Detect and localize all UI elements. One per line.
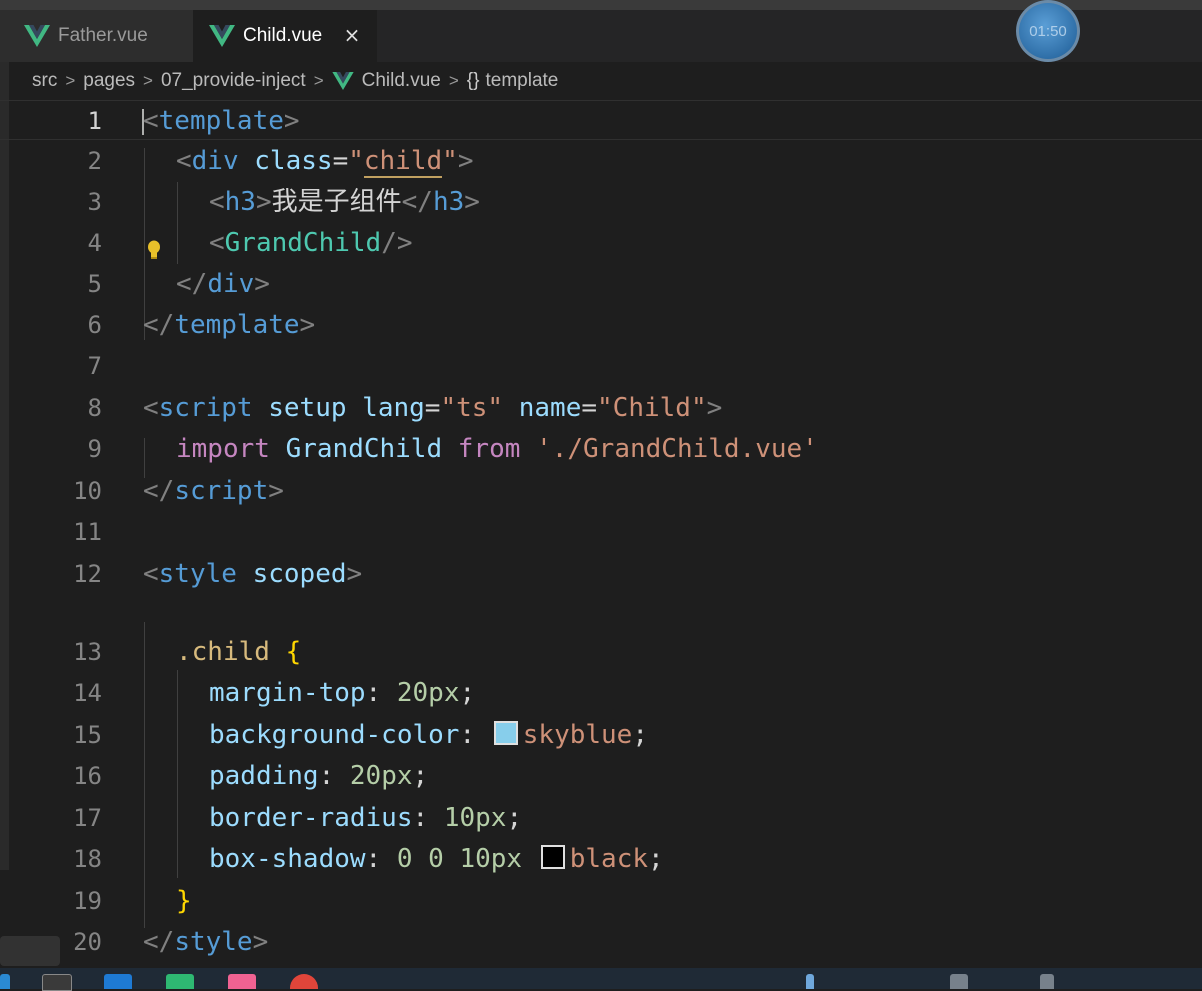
tab-label: Child.vue bbox=[243, 25, 323, 46]
tab-child-vue[interactable]: Child.vue × bbox=[193, 10, 377, 62]
line-number: 7 bbox=[87, 352, 102, 380]
chevron-right-icon: > bbox=[448, 71, 459, 90]
code-text: margin-top: 20px; bbox=[209, 678, 476, 708]
code-line: 19 } bbox=[0, 881, 1202, 921]
text-cursor bbox=[142, 109, 144, 135]
chevron-right-icon: > bbox=[313, 71, 324, 90]
code-line: 15 background-color: skyblue; bbox=[0, 715, 1202, 755]
breadcrumb: src > pages > 07_provide-inject > Child.… bbox=[0, 62, 1202, 100]
line-number: 16 bbox=[73, 762, 102, 790]
code-text: </script> bbox=[143, 476, 284, 506]
app-icon-green[interactable] bbox=[166, 974, 194, 989]
chevron-right-icon: > bbox=[143, 71, 153, 90]
color-swatch-icon[interactable] bbox=[493, 721, 518, 745]
code-text: <h3>我是子组件</h3> bbox=[209, 187, 480, 217]
code-line: 12 <style scoped> bbox=[0, 554, 1202, 594]
line-number: 12 bbox=[73, 560, 102, 588]
overlay-badge bbox=[0, 936, 60, 966]
vue-icon bbox=[209, 25, 235, 47]
line-number: 6 bbox=[87, 311, 102, 339]
breadcrumb-item-src[interactable]: src bbox=[32, 70, 57, 92]
line-number: 2 bbox=[87, 147, 102, 175]
code-text: <style scoped> bbox=[143, 559, 363, 589]
braces-icon: {} bbox=[466, 70, 480, 91]
taskbar bbox=[0, 968, 1202, 991]
code-line: 2 <div class="child"> bbox=[0, 141, 1202, 181]
code-text: <GrandChild/> bbox=[209, 228, 413, 258]
code-text: </div> bbox=[176, 269, 270, 299]
window-title-bar bbox=[0, 0, 1202, 10]
breadcrumb-item-pages[interactable]: pages bbox=[83, 70, 135, 92]
line-number: 4 bbox=[87, 229, 102, 257]
color-swatch-icon[interactable] bbox=[540, 845, 565, 869]
line-number: 18 bbox=[73, 845, 102, 873]
code-text: import GrandChild from './GrandChild.vue… bbox=[176, 434, 818, 464]
code-text: .child { bbox=[176, 637, 302, 667]
code-text: </style> bbox=[143, 927, 269, 957]
windows-start-icon[interactable] bbox=[0, 974, 10, 989]
code-line: 20 </style> bbox=[0, 922, 1202, 962]
tray-icon[interactable] bbox=[806, 974, 814, 989]
code-text: <div class="child"> bbox=[176, 146, 474, 178]
code-line: 8 <script setup lang="ts" name="Child"> bbox=[0, 388, 1202, 428]
code-text: } bbox=[176, 886, 192, 916]
code-line: 9 import GrandChild from './GrandChild.v… bbox=[0, 429, 1202, 469]
breadcrumb-item-folder[interactable]: 07_provide-inject bbox=[161, 70, 306, 92]
vue-icon bbox=[331, 72, 354, 90]
code-line: 16 padding: 20px; bbox=[0, 756, 1202, 796]
code-line: 1 <template> bbox=[0, 100, 1202, 140]
line-number: 10 bbox=[73, 477, 102, 505]
line-number: 15 bbox=[73, 721, 102, 749]
line-number: 1 bbox=[87, 107, 102, 135]
tab-father-vue[interactable]: Father.vue bbox=[0, 10, 193, 62]
line-number: 5 bbox=[87, 270, 102, 298]
terminal-icon[interactable] bbox=[42, 974, 72, 991]
code-editor[interactable]: 1 <template> 2 <div class="child"> 3 <h3… bbox=[0, 100, 1202, 968]
line-number: 3 bbox=[87, 188, 102, 216]
tab-label: Father.vue bbox=[58, 25, 148, 46]
code-line: 4 <GrandChild/> bbox=[0, 223, 1202, 263]
chrome-icon[interactable] bbox=[290, 974, 318, 989]
recording-timer: 01:50 bbox=[1016, 0, 1080, 62]
code-text: </template> bbox=[143, 310, 316, 340]
vue-icon bbox=[24, 25, 50, 47]
line-number: 13 bbox=[73, 638, 102, 666]
timer-text: 01:50 bbox=[1029, 22, 1067, 40]
code-text: <template> bbox=[143, 106, 300, 136]
line-number: 17 bbox=[73, 804, 102, 832]
code-line: 7 bbox=[0, 346, 1202, 386]
line-number: 9 bbox=[87, 435, 102, 463]
code-line: 18 box-shadow: 0 0 10px black; bbox=[0, 839, 1202, 879]
code-text: <script setup lang="ts" name="Child"> bbox=[143, 393, 723, 423]
vscode-icon[interactable] bbox=[104, 974, 132, 989]
chevron-right-icon: > bbox=[65, 71, 76, 90]
code-line: 17 border-radius: 10px; bbox=[0, 798, 1202, 838]
breadcrumb-item-file[interactable]: Child.vue bbox=[362, 70, 441, 92]
code-line: 11 bbox=[0, 512, 1202, 552]
code-text: box-shadow: 0 0 10px black; bbox=[209, 844, 664, 874]
code-text: padding: 20px; bbox=[209, 761, 429, 791]
app-icon-pink[interactable] bbox=[228, 974, 256, 989]
tray-icon[interactable] bbox=[1040, 974, 1054, 989]
code-text: background-color: skyblue; bbox=[209, 720, 648, 750]
close-icon[interactable]: × bbox=[341, 24, 363, 46]
line-number: 8 bbox=[87, 394, 102, 422]
code-line: 13 .child { bbox=[0, 632, 1202, 672]
tray-icon[interactable] bbox=[950, 974, 968, 989]
code-text: border-radius: 10px; bbox=[209, 803, 523, 833]
code-line: 10 </script> bbox=[0, 471, 1202, 511]
breadcrumb-item-symbol[interactable]: template bbox=[485, 70, 558, 92]
line-number: 11 bbox=[73, 518, 102, 546]
code-line: 3 <h3>我是子组件</h3> bbox=[0, 182, 1202, 222]
code-line: 6 </template> bbox=[0, 305, 1202, 345]
line-number: 19 bbox=[73, 887, 102, 915]
line-number: 14 bbox=[73, 679, 102, 707]
code-line: 14 margin-top: 20px; bbox=[0, 673, 1202, 713]
code-line: 5 </div> bbox=[0, 264, 1202, 304]
